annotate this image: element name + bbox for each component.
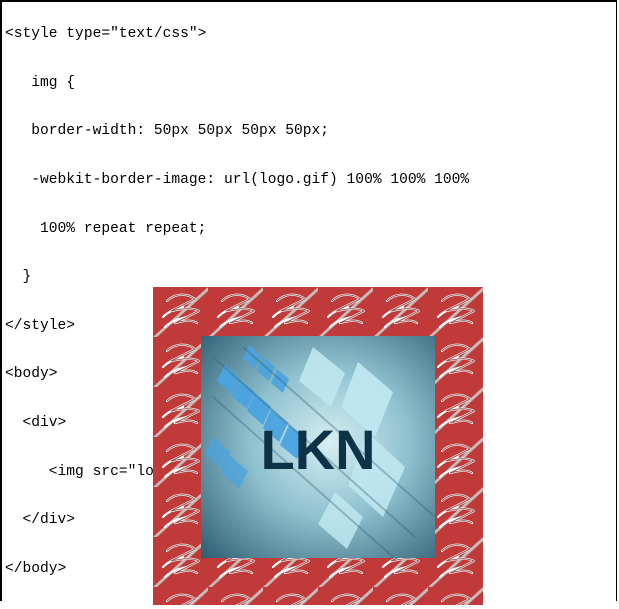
logo-image: LKN bbox=[201, 336, 435, 558]
code-line: border-width: 50px 50px 50px 50px; bbox=[5, 123, 330, 140]
code-line: <style type="text/css"> bbox=[5, 26, 207, 43]
code-line: } bbox=[5, 269, 32, 286]
code-line: 100% repeat repeat; bbox=[5, 220, 207, 237]
border-image-svg: LKN bbox=[153, 287, 483, 605]
code-line: img { bbox=[5, 74, 76, 91]
code-line: -webkit-border-image: url(logo.gif) 100%… bbox=[5, 171, 470, 188]
page-frame: <style type="text/css"> img { border-wid… bbox=[0, 0, 617, 605]
logo-text: LKN bbox=[260, 418, 375, 481]
border-image-demo: LKN bbox=[153, 287, 483, 605]
